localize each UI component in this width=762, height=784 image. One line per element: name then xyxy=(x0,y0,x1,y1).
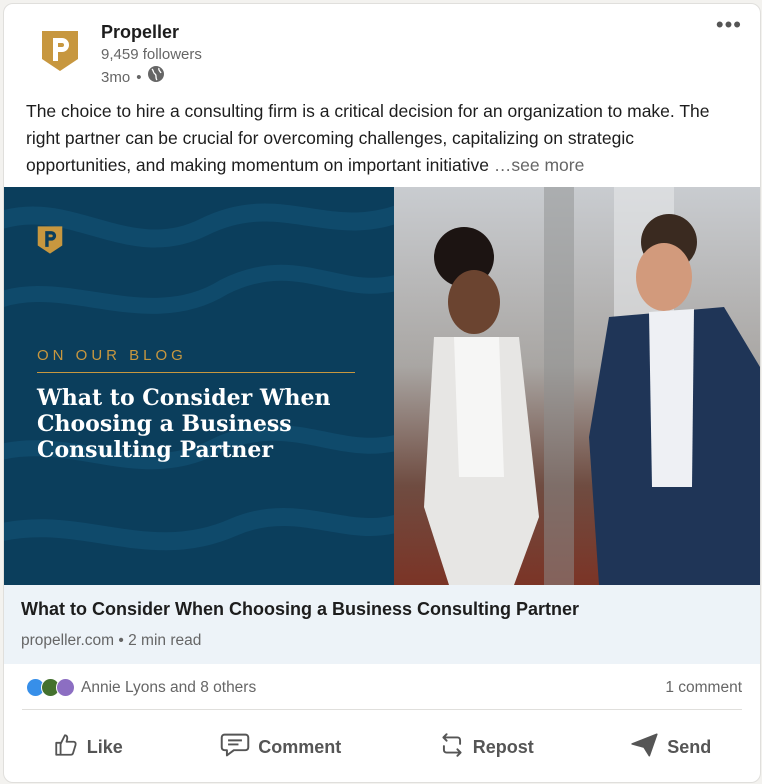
like-button[interactable]: Like xyxy=(41,722,135,773)
post-card: Propeller 9,459 followers 3mo • ••• The … xyxy=(3,3,761,783)
post-text: The choice to hire a consulting firm is … xyxy=(26,98,740,179)
kicker-divider xyxy=(37,372,355,373)
article-title[interactable]: What to Consider When Choosing a Busines… xyxy=(21,599,579,620)
comment-icon xyxy=(220,732,250,763)
comment-button[interactable]: Comment xyxy=(208,722,353,773)
thumbs-up-icon xyxy=(53,732,79,763)
post-body: The choice to hire a consulting firm is … xyxy=(26,101,710,175)
banner-title: What to Consider When Choosing a Busines… xyxy=(37,385,331,463)
banner-text-panel: ON OUR BLOG What to Consider When Choosi… xyxy=(4,187,394,585)
insightful-reaction-icon xyxy=(56,678,75,697)
repost-icon xyxy=(439,731,465,764)
article-read-time: 2 min read xyxy=(128,632,202,649)
banner-kicker: ON OUR BLOG xyxy=(37,347,187,364)
article-link-preview[interactable]: What to Consider When Choosing a Busines… xyxy=(4,585,760,664)
article-separator: • xyxy=(118,632,124,649)
meta-separator: • xyxy=(136,68,142,86)
repost-label: Repost xyxy=(472,736,534,757)
comment-label: Comment xyxy=(258,736,342,757)
social-counts: Annie Lyons and 8 others 1 comment xyxy=(4,664,760,710)
article-meta: propeller.com • 2 min read xyxy=(21,632,201,650)
globe-icon xyxy=(147,65,165,89)
like-label: Like xyxy=(86,736,123,757)
send-label: Send xyxy=(667,736,712,757)
post-age: 3mo xyxy=(101,68,131,86)
banner-logo xyxy=(36,225,64,260)
send-button[interactable]: Send xyxy=(619,722,723,773)
author-name[interactable]: Propeller xyxy=(101,20,202,44)
company-logo[interactable] xyxy=(34,25,86,77)
reactions-summary[interactable]: Annie Lyons and 8 others xyxy=(26,678,256,697)
article-source: propeller.com xyxy=(21,632,115,649)
action-bar: Like Comment Repost Send xyxy=(4,716,760,778)
actions-divider xyxy=(22,709,742,710)
comments-count[interactable]: 1 comment xyxy=(665,679,742,697)
author-block: Propeller 9,459 followers 3mo • xyxy=(101,20,202,89)
more-options-icon[interactable]: ••• xyxy=(716,12,742,38)
banner-photo xyxy=(394,187,760,585)
see-more-link[interactable]: …see more xyxy=(494,155,584,175)
reactors-text[interactable]: Annie Lyons and 8 others xyxy=(81,679,256,697)
follower-count: 9,459 followers xyxy=(101,46,202,63)
repost-button[interactable]: Repost xyxy=(427,721,546,774)
post-meta: 3mo • xyxy=(101,65,202,89)
send-icon xyxy=(631,732,659,763)
people-illustration xyxy=(424,187,760,585)
article-image[interactable]: ON OUR BLOG What to Consider When Choosi… xyxy=(4,187,760,585)
